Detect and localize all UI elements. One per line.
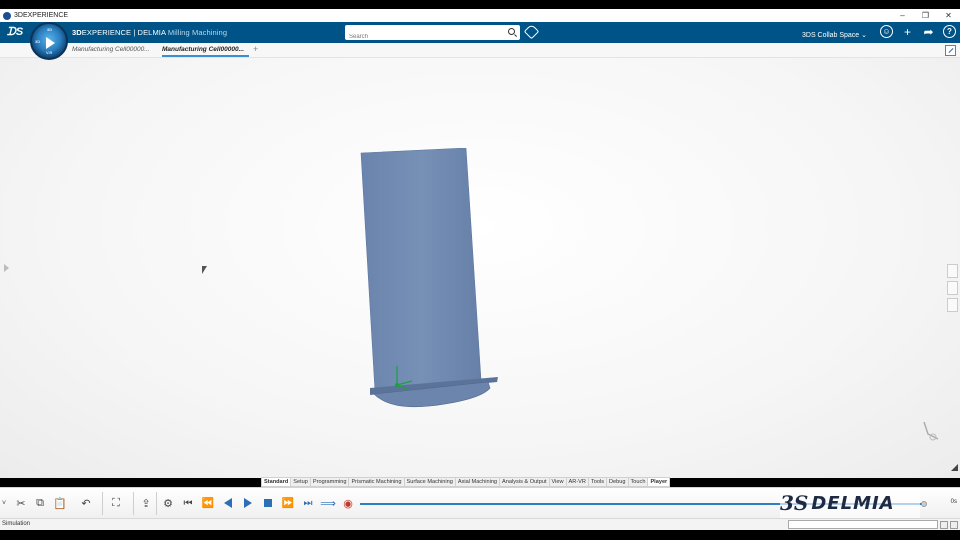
tab-manufacturing-cell-1[interactable]: Manufacturing Cell00000... [72, 46, 158, 53]
tab-programming[interactable]: Programming [311, 478, 350, 486]
pin-icon[interactable] [951, 464, 958, 471]
cut-icon[interactable]: ✂ [13, 495, 29, 511]
time-readout: 0s [950, 499, 957, 505]
tab-manufacturing-cell-2[interactable]: Manufacturing Cell00000... [162, 46, 249, 57]
command-search-icon[interactable] [940, 521, 948, 529]
top-bar: ᗪS 3DEXPERIENCE | DELMIA Milling Machini… [0, 22, 960, 45]
collab-space-label: 3DS Collab Space [802, 32, 860, 39]
step-back-icon[interactable]: ⏪ [200, 495, 216, 511]
ds-logo-icon[interactable]: ᗪS [6, 24, 24, 41]
paste-icon[interactable]: 📋 [52, 495, 68, 511]
minimize-button[interactable]: – [891, 11, 914, 20]
toolbar-separator [102, 492, 103, 515]
export-icon[interactable]: ⇪ [138, 495, 154, 511]
top-bar-icons: ☺ + ➦ ? [880, 25, 956, 39]
compass-label-top: 3D [47, 27, 53, 32]
workbench-tabs: Standard Setup Programming Prismatic Mac… [261, 477, 671, 487]
app-title: 3DEXPERIENCE | DELMIA Milling Machining [72, 28, 227, 37]
brand-3d: 3D [72, 28, 82, 37]
status-bar: Simulation [0, 518, 960, 530]
tag-icon[interactable] [523, 23, 540, 40]
app-icon [3, 11, 11, 20]
app-name: Milling Machining [167, 28, 228, 37]
delmia-logo-word: DELMIA [811, 492, 895, 514]
tab-standard[interactable]: Standard [262, 478, 292, 486]
tab-tools[interactable]: Tools [589, 478, 608, 486]
flag-tool-icon[interactable] [947, 264, 958, 278]
search-box [345, 25, 520, 45]
tab-setup[interactable]: Setup [291, 478, 311, 486]
tab-player[interactable]: Player [648, 478, 670, 486]
skip-to-end-icon[interactable]: ⏭ [300, 495, 316, 511]
expand-panel-icon[interactable] [4, 264, 9, 272]
skip-to-start-icon[interactable]: ⏮ [180, 495, 196, 511]
speed-gauge-icon[interactable]: ◉ [340, 495, 356, 511]
play-mode-arrow-icon[interactable]: ⟹ [320, 495, 336, 511]
toolbar-separator [133, 492, 134, 515]
command-options-icon[interactable] [950, 521, 958, 529]
tab-axial-machining[interactable]: Axial Machining [456, 478, 501, 486]
right-toolbar [947, 264, 958, 312]
add-icon[interactable]: + [901, 25, 914, 39]
maximize-icon[interactable] [945, 45, 956, 56]
user-icon[interactable]: ☺ [880, 25, 893, 38]
search-icon[interactable] [508, 28, 515, 35]
settings-gear-icon[interactable]: ⚙ [160, 495, 176, 511]
undo-icon[interactable]: ↶ [78, 495, 94, 511]
tab-debug[interactable]: Debug [607, 478, 629, 486]
tab-view[interactable]: View [550, 478, 567, 486]
share-icon[interactable]: ➦ [922, 25, 935, 39]
play-forward-icon[interactable] [240, 495, 256, 511]
tab-analysis-output[interactable]: Analysis & Output [500, 478, 550, 486]
add-tab-icon[interactable]: + [253, 44, 258, 54]
delmia-logo-mark: 3S [780, 491, 809, 515]
mouse-cursor-icon [202, 266, 207, 274]
play-backward-icon[interactable] [220, 495, 236, 511]
tab-touch[interactable]: Touch [629, 478, 649, 486]
blade-airfoil [360, 148, 482, 392]
tab-ar-vr[interactable]: AR-VR [567, 478, 589, 486]
turbine-blade-model[interactable] [350, 148, 510, 418]
brand-rest: EXPERIENCE | DELMIA [81, 28, 166, 37]
window-controls: – ❐ ✕ [891, 11, 960, 20]
copy-icon[interactable]: ⧉ [32, 495, 48, 511]
status-text: Simulation [2, 521, 31, 527]
window-title: 3DEXPERIENCE [14, 12, 69, 19]
window-titlebar: 3DEXPERIENCE – ❐ ✕ [0, 9, 960, 22]
compass-button[interactable]: 3D 3D V.R [30, 22, 68, 60]
robot-compass-icon[interactable] [922, 420, 940, 442]
fit-all-icon[interactable]: ⛶ [108, 495, 124, 511]
restore-button[interactable]: ❐ [914, 11, 937, 20]
action-bar: ˅ ✂ ⧉ 📋 ↶ ⛶ ⇪ ⚙ ⏮ ⏪ ⏩ ⏭ ⟹ ◉ 3S DELMIA 0s [0, 487, 960, 518]
collab-space-selector[interactable]: 3DS Collab Space ⌄ [802, 31, 867, 39]
letterbox-bottom [0, 530, 960, 540]
toolbar-separator [156, 492, 157, 515]
section-toggle-icon[interactable]: ˅ [0, 495, 8, 511]
tab-surface-machining[interactable]: Surface Machining [405, 478, 456, 486]
letterbox-top [0, 0, 960, 9]
view-tool-icon[interactable] [947, 281, 958, 295]
timeline-slider-handle[interactable] [921, 501, 927, 507]
command-input[interactable] [788, 520, 938, 529]
help-icon[interactable]: ? [943, 25, 956, 38]
panel-tool-icon[interactable] [947, 298, 958, 312]
close-button[interactable]: ✕ [937, 11, 960, 20]
delmia-logo: 3S DELMIA [780, 488, 920, 518]
step-forward-icon[interactable]: ⏩ [280, 495, 296, 511]
tab-prismatic-machining[interactable]: Prismatic Machining [349, 478, 405, 486]
play-icon [46, 37, 55, 49]
compass-label-right: V.R [46, 50, 53, 55]
compass-label-left: 3D [35, 39, 41, 44]
chevron-down-icon: ⌄ [861, 32, 868, 39]
stop-icon[interactable] [260, 495, 276, 511]
document-tabs: Manufacturing Cell00000... Manufacturing… [0, 43, 960, 58]
3d-viewport[interactable] [0, 58, 960, 478]
